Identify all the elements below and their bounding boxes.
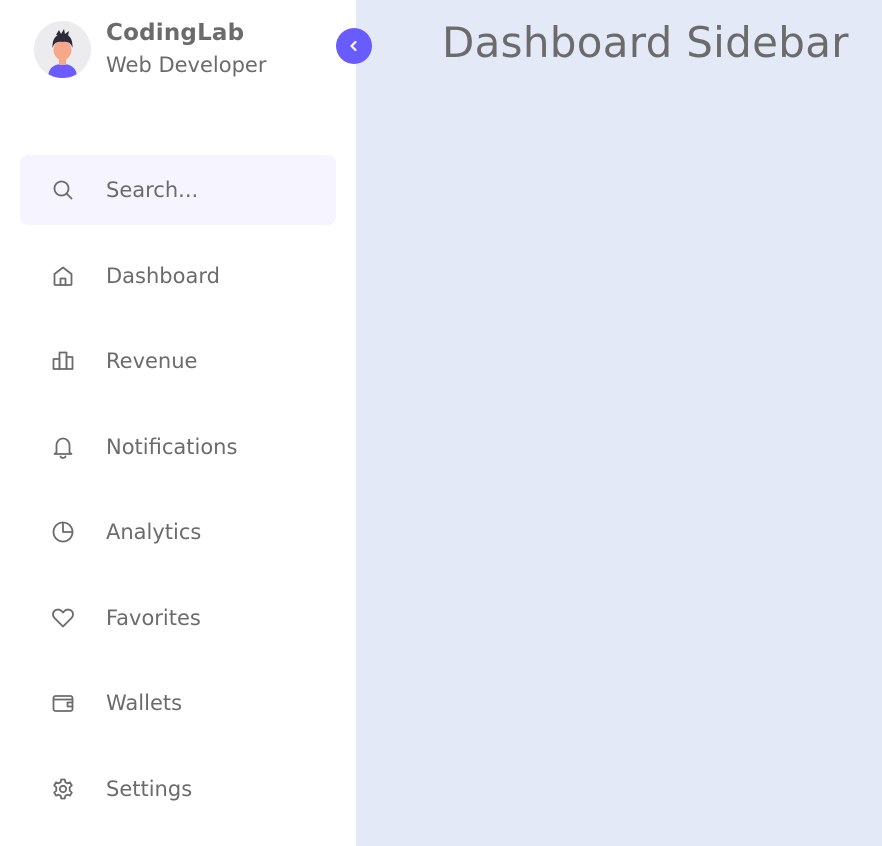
nav-item-label: Settings	[106, 776, 193, 801]
nav-item-label: Notifications	[106, 434, 238, 459]
nav-item-favorites[interactable]: Favorites	[20, 583, 336, 653]
nav-item-analytics[interactable]: Analytics	[20, 497, 336, 567]
nav-item-settings[interactable]: Settings	[20, 754, 336, 824]
profile-header: CodingLab Web Developer	[34, 18, 266, 80]
nav-item-label: Wallets	[106, 691, 183, 715]
nav-item-label: Analytics	[106, 520, 202, 544]
user-avatar-icon	[34, 20, 91, 78]
sidebar-toggle-button[interactable]	[336, 28, 372, 64]
home-icon	[50, 263, 76, 289]
nav-item-notifications[interactable]: Notifications	[20, 412, 336, 482]
gear-icon	[50, 776, 76, 802]
nav-item-label: Favorites	[106, 605, 201, 630]
sidebar-menu: Dashboard Revenue	[20, 155, 336, 824]
search-icon	[50, 177, 76, 203]
heart-icon	[50, 605, 76, 631]
pie-chart-icon	[50, 519, 76, 545]
profile-role: Web Developer	[106, 53, 267, 77]
sidebar: CodingLab Web Developer Search... Dashbo…	[0, 0, 372, 846]
profile-name: CodingLab	[106, 20, 245, 46]
bar-chart-icon	[50, 348, 76, 374]
nav-item-label: Dashboard	[106, 263, 220, 288]
app-window: CodingLab Web Developer Search... Dashbo…	[0, 0, 882, 846]
nav-item-wallets[interactable]: Wallets	[20, 668, 336, 738]
wallet-icon	[50, 690, 76, 716]
chevron-left-icon	[350, 40, 357, 52]
nav-item-label: Revenue	[106, 349, 198, 373]
nav-item-revenue[interactable]: Revenue	[20, 326, 336, 396]
bell-icon	[50, 434, 76, 460]
search-box[interactable]	[20, 155, 336, 225]
page-title: Dashboard Sidebar	[442, 18, 849, 67]
search-input[interactable]	[106, 170, 316, 210]
nav-item-dashboard[interactable]: Dashboard	[20, 241, 336, 311]
